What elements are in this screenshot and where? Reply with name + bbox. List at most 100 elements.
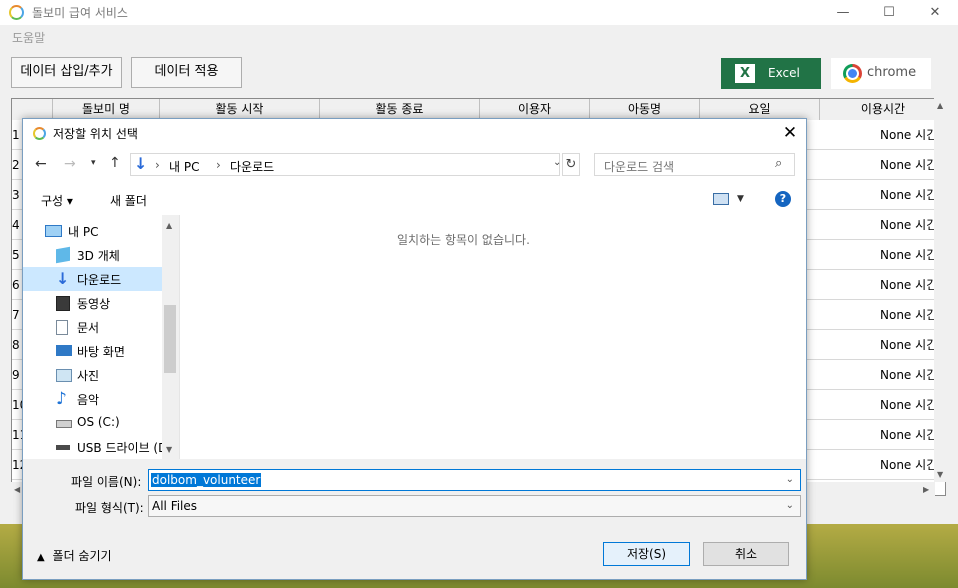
app-icon <box>9 5 24 20</box>
usage-time-cell[interactable]: None 시긴 <box>880 426 937 443</box>
usage-time-cell[interactable]: None 시긴 <box>880 216 937 233</box>
menu-bar: 도움말 <box>0 25 958 47</box>
usage-time-cell[interactable]: None 시긴 <box>880 186 937 203</box>
excel-icon: X <box>735 64 755 83</box>
nav-label: 내 PC <box>68 225 99 239</box>
recent-dropdown-icon[interactable]: ▾ <box>91 158 96 168</box>
menu-help[interactable]: 도움말 <box>12 29 45 46</box>
usage-time-cell[interactable]: None 시긴 <box>880 126 937 143</box>
scroll-down-icon[interactable]: ▼ <box>166 445 172 454</box>
computer-icon <box>45 225 62 237</box>
organize-menu[interactable]: 구성 ▾ <box>41 192 73 209</box>
nav-item-os-drive[interactable]: OS (C:) <box>23 411 163 435</box>
view-options-icon[interactable] <box>713 193 729 205</box>
nav-item-desktop[interactable]: 바탕 화면 <box>23 339 163 363</box>
chevron-down-icon[interactable]: ⌄ <box>786 474 794 485</box>
scroll-thumb[interactable] <box>164 305 176 373</box>
nav-item-usb-drive[interactable]: USB 드라이브 (D <box>23 435 167 459</box>
usage-time-cell[interactable]: None 시긴 <box>880 366 937 383</box>
save-button[interactable]: 저장(S) <box>603 542 690 566</box>
usage-time-cell[interactable]: None 시긴 <box>880 276 937 293</box>
scroll-right-icon[interactable]: ▶ <box>923 485 929 494</box>
address-dropdown-icon[interactable]: ⌄ <box>553 157 561 168</box>
breadcrumb-my-pc[interactable]: 내 PC <box>169 158 199 175</box>
usage-time-cell[interactable]: None 시긴 <box>880 456 937 473</box>
column-header[interactable]: 활동 시작 <box>160 99 320 120</box>
nav-label: 3D 개체 <box>77 249 120 263</box>
usage-time-cell[interactable]: None 시긴 <box>880 156 937 173</box>
search-icon: ⌕ <box>775 156 783 171</box>
forward-arrow-icon[interactable]: → <box>64 156 76 172</box>
up-arrow-icon[interactable]: ↑ <box>109 155 121 171</box>
save-dialog: 저장할 위치 선택 ✕ ← → ▾ ↑ ↓ › 내 PC › 다운로드 ⌄ ↻ … <box>22 118 807 580</box>
breadcrumb-downloads[interactable]: 다운로드 <box>230 158 274 175</box>
nav-label: USB 드라이브 (D <box>77 441 168 455</box>
insert-data-button[interactable]: 데이터 삽입/추가 <box>11 57 122 88</box>
address-bar[interactable]: ↓ › 내 PC › 다운로드 <box>130 153 560 176</box>
usage-time-cell[interactable]: None 시긴 <box>880 336 937 353</box>
chevron-down-icon: ⌄ <box>785 500 794 511</box>
dialog-toolbar: 구성 ▾ 새 폴더 ▼ <box>23 185 806 215</box>
usage-time-cell[interactable]: None 시긴 <box>880 396 937 413</box>
usage-time-cell[interactable]: None 시긴 <box>880 246 937 263</box>
dialog-bottom-panel: 파일 이름(N): dolbom_volunteer ⌄ 파일 형식(T): A… <box>23 459 806 579</box>
nav-item-pictures[interactable]: 사진 <box>23 363 163 387</box>
file-type-value: All Files <box>152 499 198 513</box>
grid-vertical-scrollbar[interactable]: ▲ ▼ <box>934 98 948 482</box>
pane-divider[interactable] <box>179 215 180 459</box>
nav-label: OS (C:) <box>77 415 120 429</box>
usage-time-cell[interactable]: None 시긴 <box>880 306 937 323</box>
maximize-button[interactable]: ☐ <box>866 0 912 25</box>
nav-label: 다운로드 <box>77 273 122 287</box>
scroll-left-icon[interactable]: ◀ <box>14 485 20 494</box>
scroll-up-icon[interactable]: ▲ <box>166 221 172 230</box>
chrome-label: chrome <box>867 65 917 80</box>
breadcrumb-separator-icon: › <box>155 158 160 172</box>
excel-label: Excel <box>768 66 800 80</box>
window-title: 돌보미 급여 서비스 <box>32 6 128 20</box>
chrome-icon <box>843 64 862 83</box>
cancel-button[interactable]: 취소 <box>703 542 789 566</box>
column-header[interactable]: 요일 <box>700 99 820 120</box>
file-type-label: 파일 형식(T): <box>75 501 144 515</box>
nav-item-3d-objects[interactable]: 3D 개체 <box>23 243 163 267</box>
nav-label: 문서 <box>77 321 100 335</box>
nav-item-videos[interactable]: 동영상 <box>23 291 163 315</box>
nav-item-downloads[interactable]: ↓ 다운로드 <box>23 267 163 291</box>
refresh-icon[interactable]: ↻ <box>562 153 580 176</box>
minimize-button[interactable]: — <box>820 0 866 25</box>
scroll-up-icon[interactable]: ▲ <box>937 101 943 110</box>
column-header[interactable]: 아동명 <box>590 99 700 120</box>
breadcrumb-separator-icon: › <box>216 158 221 172</box>
document-icon <box>56 320 68 335</box>
nav-label: 사진 <box>77 369 100 383</box>
view-dropdown-icon[interactable]: ▼ <box>737 194 744 204</box>
file-type-select[interactable]: All Files ⌄ <box>148 495 801 517</box>
column-header[interactable]: 이용자 <box>480 99 590 120</box>
download-arrow-icon: ↓ <box>134 154 148 173</box>
excel-button[interactable]: X Excel <box>721 58 821 89</box>
nav-item-music[interactable]: ♪ 음악 <box>23 387 163 411</box>
desktop-icon <box>56 345 72 356</box>
search-input[interactable]: 다운로드 검색 ⌕ <box>594 153 795 176</box>
hide-folders-toggle[interactable]: ▲ 폴더 숨기기 <box>37 547 112 564</box>
apply-data-button[interactable]: 데이터 적용 <box>131 57 242 88</box>
dialog-close-button[interactable]: ✕ <box>778 122 802 144</box>
chrome-button[interactable]: chrome <box>831 58 931 89</box>
scroll-down-icon[interactable]: ▼ <box>937 470 943 479</box>
nav-item-my-pc[interactable]: 내 PC <box>23 219 163 243</box>
new-folder-button[interactable]: 새 폴더 <box>110 192 147 209</box>
close-button[interactable]: ✕ <box>912 0 958 25</box>
column-header[interactable]: 이용시간 <box>820 99 945 120</box>
film-icon <box>56 296 70 311</box>
navigation-pane: 내 PC 3D 개체 ↓ 다운로드 동영상 문서 바탕 화면 사진 ♪ 음악 O… <box>23 215 179 459</box>
back-arrow-icon[interactable]: ← <box>35 156 47 172</box>
chevron-up-icon: ▲ <box>37 552 45 563</box>
navigation-scrollbar[interactable]: ▲ ▼ <box>162 215 179 459</box>
file-name-input[interactable]: dolbom_volunteer ⌄ <box>148 469 801 491</box>
help-icon[interactable]: ? <box>775 191 791 207</box>
nav-item-documents[interactable]: 문서 <box>23 315 163 339</box>
search-placeholder: 다운로드 검색 <box>604 160 675 174</box>
column-header[interactable]: 돌보미 명 <box>53 99 160 120</box>
column-header[interactable]: 활동 종료 <box>320 99 480 120</box>
